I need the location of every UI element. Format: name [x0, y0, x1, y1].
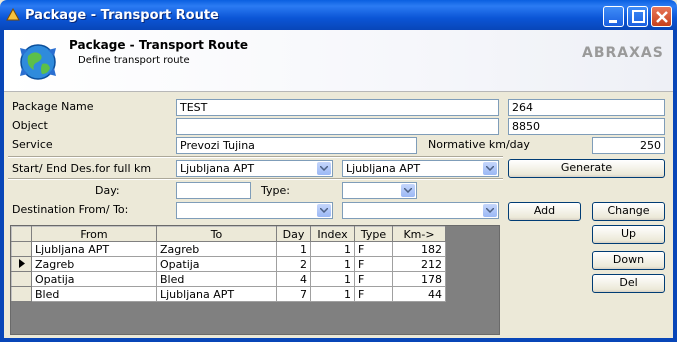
window-frame-bottom: [0, 338, 677, 342]
row-indicator[interactable]: [11, 241, 32, 257]
row-indicator-header: [11, 226, 32, 242]
column-header-day[interactable]: Day: [276, 226, 311, 242]
column-header-type[interactable]: Type: [354, 226, 393, 242]
cell-from[interactable]: Ljubljana APT: [31, 241, 157, 257]
cell-from[interactable]: Zagreb: [31, 256, 157, 272]
column-header-to[interactable]: To: [156, 226, 277, 242]
cell-type[interactable]: F: [354, 241, 393, 257]
destination-label: Destination From/ To:: [12, 203, 129, 216]
chevron-down-icon[interactable]: [317, 162, 331, 175]
separator: [8, 156, 503, 158]
start-destination-value: Ljubljana APT: [180, 162, 255, 175]
maximize-icon: [632, 10, 645, 23]
cell-index[interactable]: 1: [310, 271, 355, 287]
cell-to[interactable]: Zagreb: [156, 241, 277, 257]
cell-to[interactable]: Opatija: [156, 256, 277, 272]
separator: [8, 178, 503, 180]
cell-to[interactable]: Ljubljana APT: [156, 286, 277, 302]
package-name-label: Package Name: [12, 100, 94, 113]
object-field[interactable]: [176, 118, 499, 135]
object-code-field[interactable]: 8850: [508, 118, 665, 135]
minimize-button[interactable]: [603, 6, 624, 27]
window-title: Package - Transport Route: [25, 8, 219, 23]
cell-index[interactable]: 1: [310, 286, 355, 302]
cell-type[interactable]: F: [354, 271, 393, 287]
header-banner: Package - Transport Route Define transpo…: [4, 30, 673, 92]
cell-index[interactable]: 1: [310, 256, 355, 272]
close-button[interactable]: [651, 6, 672, 27]
cell-from[interactable]: Opatija: [31, 271, 157, 287]
maximize-button[interactable]: [627, 6, 648, 27]
start-destination-select[interactable]: Ljubljana APT: [176, 160, 333, 177]
up-button[interactable]: Up: [592, 225, 665, 244]
row-indicator[interactable]: [11, 286, 32, 302]
header-title: Package - Transport Route: [69, 38, 248, 52]
chevron-down-icon[interactable]: [317, 204, 331, 217]
chevron-down-icon[interactable]: [401, 184, 415, 197]
cell-day[interactable]: 1: [276, 241, 311, 257]
column-header-km[interactable]: Km->: [392, 226, 446, 242]
normative-km-field[interactable]: 250: [592, 137, 665, 154]
route-table: From To Day Index Type Km-> Ljubljana AP…: [11, 226, 446, 302]
cell-index[interactable]: 1: [310, 241, 355, 257]
type-select[interactable]: [342, 182, 417, 199]
chevron-down-icon[interactable]: [483, 204, 497, 217]
window-frame-right: [673, 30, 677, 342]
day-label: Day:: [95, 184, 120, 197]
start-end-label: Start/ End Des.for full km: [12, 162, 152, 175]
row-indicator[interactable]: [11, 271, 32, 287]
column-header-from[interactable]: From: [31, 226, 157, 242]
add-button[interactable]: Add: [508, 202, 581, 221]
cell-km[interactable]: 44: [392, 286, 446, 302]
package-code-field[interactable]: 264: [508, 99, 665, 116]
row-indicator[interactable]: [11, 256, 32, 272]
cell-day[interactable]: 4: [276, 271, 311, 287]
end-destination-select[interactable]: Ljubljana APT: [342, 160, 499, 177]
object-label: Object: [12, 119, 48, 132]
service-field[interactable]: Prevozi Tujina: [176, 137, 417, 154]
generate-button[interactable]: Generate: [508, 159, 665, 178]
header-subtitle: Define transport route: [78, 55, 190, 66]
service-label: Service: [12, 138, 53, 151]
column-header-index[interactable]: Index: [310, 226, 355, 242]
title-bar[interactable]: Package - Transport Route: [0, 0, 677, 30]
chevron-down-icon[interactable]: [483, 162, 497, 175]
route-grid[interactable]: From To Day Index Type Km-> Ljubljana AP…: [10, 225, 500, 335]
cell-type[interactable]: F: [354, 256, 393, 272]
abraxas-logo: ABRAXAS: [582, 45, 664, 61]
table-header-row: From To Day Index Type Km->: [11, 226, 446, 242]
cell-day[interactable]: 2: [276, 256, 311, 272]
globe-routes-icon: [20, 44, 56, 80]
app-icon: [6, 8, 20, 21]
type-label: Type:: [261, 184, 290, 197]
table-row[interactable]: Opatija Bled 4 1 F 178: [11, 271, 446, 287]
close-icon: [656, 11, 668, 23]
normative-km-label: Normative km/day: [428, 138, 530, 151]
destination-from-select[interactable]: [176, 202, 333, 219]
cell-day[interactable]: 7: [276, 286, 311, 302]
cell-km[interactable]: 178: [392, 271, 446, 287]
day-field[interactable]: [176, 182, 251, 199]
change-button[interactable]: Change: [592, 202, 665, 221]
table-row[interactable]: Bled Ljubljana APT 7 1 F 44: [11, 286, 446, 302]
cell-type[interactable]: F: [354, 286, 393, 302]
package-name-field[interactable]: TEST: [176, 99, 499, 116]
down-button[interactable]: Down: [592, 251, 665, 270]
minimize-icon: [609, 20, 617, 23]
table-row[interactable]: Ljubljana APT Zagreb 1 1 F 182: [11, 241, 446, 257]
cell-km[interactable]: 212: [392, 256, 446, 272]
cell-from[interactable]: Bled: [31, 286, 157, 302]
destination-to-select[interactable]: [342, 202, 499, 219]
cell-km[interactable]: 182: [392, 241, 446, 257]
delete-button[interactable]: Del: [592, 274, 665, 293]
table-row[interactable]: Zagreb Opatija 2 1 F 212: [11, 256, 446, 272]
current-row-arrow-icon: [18, 258, 25, 268]
end-destination-value: Ljubljana APT: [346, 162, 421, 175]
cell-to[interactable]: Bled: [156, 271, 277, 287]
